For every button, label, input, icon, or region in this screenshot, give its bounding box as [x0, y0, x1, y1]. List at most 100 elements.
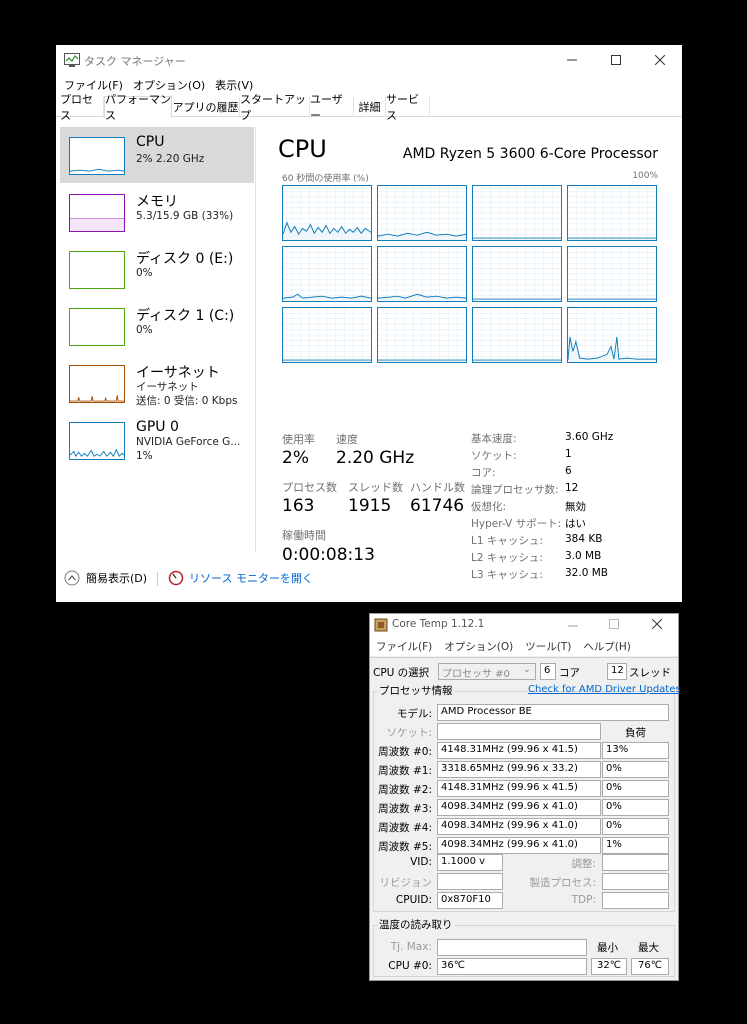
panel-divider[interactable]	[255, 127, 256, 552]
tab-processes[interactable]: プロセス	[60, 93, 104, 122]
sidebar-item-title: メモリ	[136, 194, 178, 210]
min-header: 最小	[597, 942, 618, 954]
processor-select-value: プロセッサ #0	[442, 669, 510, 680]
logical-processor-graph	[567, 185, 657, 241]
maximize-icon[interactable]	[609, 619, 619, 629]
sidebar-item-ethernet[interactable]: イーサネット イーサネット 送信: 0 受信: 0 Kbps	[60, 355, 254, 411]
cores-count: 6	[540, 663, 556, 680]
temperature-title: 温度の読み取り	[377, 917, 455, 932]
menu-help[interactable]: ヘルプ(H)	[583, 639, 631, 654]
window-title: タスク マネージャー	[84, 55, 186, 68]
frequency-label: 周波数 #0:	[378, 746, 432, 758]
core-load-value: 0%	[602, 799, 669, 816]
disk1-thumbnail-graph	[69, 308, 125, 346]
spec-value: 384 KB	[565, 533, 603, 545]
cpu0-max: 76℃	[631, 958, 669, 975]
process-value	[602, 873, 669, 890]
driver-updates-link[interactable]: Check for AMD Driver Updates	[528, 684, 681, 695]
sidebar-item-cpu[interactable]: CPU 2% 2.20 GHz	[60, 127, 254, 183]
spec-label: 仮想化:	[471, 501, 507, 513]
minimize-icon[interactable]	[568, 620, 578, 630]
menu-tools[interactable]: ツール(T)	[525, 639, 571, 654]
frequency-label: 周波数 #1:	[378, 765, 432, 777]
graph-max-label: 100%	[632, 171, 658, 181]
tab-app-history[interactable]: アプリの履歴	[172, 97, 240, 117]
cpu-detail-panel: CPU AMD Ryzen 5 3600 6-Core Processor 60…	[278, 127, 662, 581]
sidebar-item-detail: 0%	[136, 324, 153, 336]
sidebar-item-memory[interactable]: メモリ 5.3/15.9 GB (33%)	[60, 184, 254, 240]
title-bar[interactable]: Core Temp 1.12.1	[370, 614, 678, 636]
resource-monitor-link[interactable]: リソース モニターを開く	[168, 570, 313, 586]
task-manager-window: タスク マネージャー ファイル(F) オプション(O) 表示(V) プロセス パ…	[56, 45, 682, 602]
graph-caption: 60 秒間の使用率 (%)	[282, 174, 369, 184]
model-label: モデル:	[396, 708, 432, 720]
frequency-value: 4098.34MHz (99.96 x 41.0)	[437, 799, 601, 816]
spec-label: Hyper-V サポート:	[471, 518, 562, 530]
usage-value: 2%	[282, 448, 309, 468]
socket-label: ソケット:	[386, 727, 432, 739]
tab-startup[interactable]: スタートアップ	[240, 93, 310, 122]
core-load-value: 1%	[602, 837, 669, 854]
fewer-details-button[interactable]: 簡易表示(D)	[64, 570, 147, 586]
process-label: 製造プロセス:	[529, 877, 596, 889]
window-title: Core Temp 1.12.1	[392, 618, 485, 630]
logical-processor-graphs	[282, 185, 658, 365]
maximize-icon	[611, 55, 621, 65]
spec-value: 3.60 GHz	[565, 431, 614, 443]
menu-options[interactable]: オプション(O)	[444, 639, 513, 654]
uptime-value: 0:00:08:13	[282, 545, 375, 565]
sidebar-item-gpu-0[interactable]: GPU 0 NVIDIA GeForce G... 1%	[60, 412, 254, 468]
logical-processor-graph	[282, 307, 372, 363]
performance-sidebar: CPU 2% 2.20 GHz メモリ 5.3/15.9 GB (33%) ディ…	[60, 127, 254, 547]
max-header: 最大	[638, 942, 659, 954]
spec-value: 12	[565, 482, 579, 494]
resource-monitor-icon	[168, 570, 184, 586]
tab-services[interactable]: サービス	[386, 93, 430, 122]
core-load-value: 0%	[602, 780, 669, 797]
logical-processor-graph	[567, 307, 657, 363]
revision-label: リビジョン	[379, 877, 433, 889]
close-button[interactable]	[638, 45, 682, 75]
frequency-value: 4098.34MHz (99.96 x 41.0)	[437, 818, 601, 835]
speed-label: 速度	[336, 433, 358, 446]
tab-performance[interactable]: パフォーマンス	[104, 93, 172, 122]
separator	[370, 657, 678, 658]
fewer-details-label: 簡易表示(D)	[86, 572, 148, 585]
sidebar-item-detail: 2% 2.20 GHz	[136, 153, 205, 165]
sidebar-item-disk-0[interactable]: ディスク 0 (E:) 0%	[60, 241, 254, 297]
cpu-thumbnail-graph	[69, 137, 125, 175]
sidebar-item-disk-1[interactable]: ディスク 1 (C:) 0%	[60, 298, 254, 354]
processor-select[interactable]: プロセッサ #0 ⌄	[438, 663, 536, 680]
menu-file[interactable]: ファイル(F)	[376, 639, 432, 654]
minimize-button[interactable]	[550, 45, 594, 75]
cores-label: コア	[559, 667, 580, 679]
core-load-value: 0%	[602, 818, 669, 835]
chevron-up-icon	[64, 570, 80, 586]
ethernet-thumbnail-graph	[69, 365, 125, 403]
logical-processor-graph	[472, 307, 562, 363]
bottom-bar: 簡易表示(D) リソース モニターを開く	[56, 565, 682, 595]
sidebar-item-title: CPU	[136, 134, 165, 150]
maximize-button[interactable]	[594, 45, 638, 75]
processes-value: 163	[282, 496, 315, 516]
chevron-down-icon: ⌄	[522, 664, 531, 675]
cpu-model-name: AMD Ryzen 5 3600 6-Core Processor	[402, 146, 658, 162]
processor-info-title: プロセッサ情報	[377, 683, 455, 698]
vid-value: 1.1000 v	[437, 854, 503, 871]
tab-details[interactable]: 詳細	[354, 97, 386, 117]
frequency-label: 周波数 #5:	[378, 841, 432, 853]
model-value: AMD Processor BE	[437, 704, 669, 721]
threads-label: スレッド	[629, 667, 671, 679]
usage-label: 使用率	[282, 433, 315, 446]
logical-processor-graph	[282, 246, 372, 302]
frequency-value: 4098.34MHz (99.96 x 41.0)	[437, 837, 601, 854]
close-icon[interactable]	[652, 619, 662, 629]
title-bar[interactable]: タスク マネージャー	[56, 45, 682, 75]
threads-value: 1915	[348, 496, 392, 516]
logical-processor-graph	[282, 185, 372, 241]
frequency-label: 周波数 #4:	[378, 822, 432, 834]
threads-count: 12	[607, 663, 627, 680]
tab-users[interactable]: ユーザー	[310, 93, 354, 122]
cpuid-value: 0x870F10	[437, 892, 503, 909]
tjmax-value	[437, 939, 587, 956]
